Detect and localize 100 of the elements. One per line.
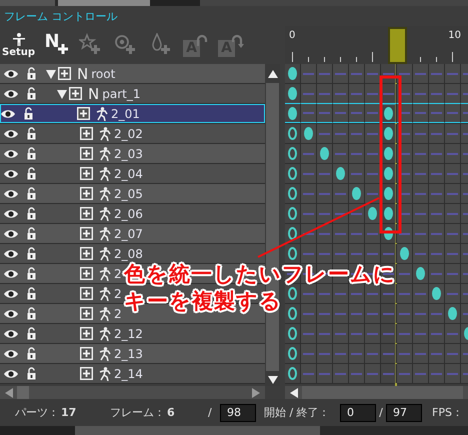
start-frame-field[interactable]: 0 <box>340 404 376 422</box>
plus-box-icon[interactable] <box>80 367 93 380</box>
eye-icon[interactable] <box>3 88 19 98</box>
plus-box-icon[interactable] <box>80 307 93 320</box>
keyframe-dot[interactable] <box>384 147 393 160</box>
keyframe-dot[interactable] <box>304 127 313 140</box>
lock-icon[interactable] <box>27 167 36 180</box>
base-keyframe-ring[interactable] <box>288 127 297 140</box>
plus-box-icon[interactable] <box>80 167 93 180</box>
scroll-down-icon[interactable] <box>268 376 278 384</box>
eye-icon[interactable] <box>0 108 16 118</box>
base-keyframe-ring[interactable] <box>288 287 297 300</box>
lock-icon[interactable] <box>27 127 36 140</box>
keyframe-dot[interactable] <box>288 67 297 80</box>
eye-icon[interactable] <box>3 248 19 258</box>
keyframe-dot[interactable] <box>416 267 425 280</box>
lock-icon[interactable] <box>27 287 36 300</box>
end-frame-field[interactable]: 97 <box>386 404 422 422</box>
plus-box-icon[interactable] <box>77 107 90 120</box>
base-keyframe-ring[interactable] <box>288 187 297 200</box>
eye-icon[interactable] <box>3 348 19 358</box>
eye-icon[interactable] <box>3 328 19 338</box>
plus-icon <box>58 44 68 54</box>
running-figure-icon <box>96 106 108 120</box>
lock-icon[interactable] <box>27 307 36 320</box>
scroll-thumb[interactable] <box>17 386 29 399</box>
eye-icon[interactable] <box>3 148 19 158</box>
expanded-triangle-icon[interactable] <box>46 68 56 78</box>
plus-box-icon[interactable] <box>80 287 93 300</box>
setup-button[interactable]: Setup <box>2 30 36 60</box>
keyframe-dot[interactable] <box>336 167 345 180</box>
keyframe-dot[interactable] <box>352 187 361 200</box>
eye-icon[interactable] <box>3 308 19 318</box>
plus-box-icon[interactable] <box>80 187 93 200</box>
lock-icon[interactable] <box>27 367 36 380</box>
base-keyframe-ring[interactable] <box>288 227 297 240</box>
scroll-up-icon[interactable] <box>268 70 278 78</box>
lock-icon[interactable] <box>27 247 36 260</box>
eye-icon[interactable] <box>3 168 19 178</box>
scroll-left-icon[interactable] <box>5 388 13 398</box>
lock-icon[interactable] <box>27 147 36 160</box>
keyframe-dot[interactable] <box>384 207 393 220</box>
keyframe-dot[interactable] <box>384 167 393 180</box>
keyframe-dot[interactable] <box>384 187 393 200</box>
keyframe-dot[interactable] <box>432 287 441 300</box>
plus-box-icon[interactable] <box>80 267 93 280</box>
keyframe-dot[interactable] <box>368 207 377 220</box>
plus-box-icon[interactable] <box>80 227 93 240</box>
keyframe-dot[interactable] <box>448 307 457 320</box>
running-figure-icon <box>99 186 111 200</box>
total-frames-field[interactable]: 98 <box>220 404 256 422</box>
lock-icon[interactable] <box>27 87 36 100</box>
lock-icon[interactable] <box>24 107 33 120</box>
timeline-horizontal-scrollbar[interactable] <box>285 386 468 399</box>
plus-box-icon[interactable] <box>80 247 93 260</box>
lock-icon[interactable] <box>27 347 36 360</box>
scroll-left-icon[interactable] <box>290 388 298 398</box>
layer-name: 2_06 <box>114 206 143 220</box>
layer-name: 2_13 <box>114 346 143 360</box>
eye-icon[interactable] <box>3 228 19 238</box>
keyframe-dot[interactable] <box>288 87 297 100</box>
expanded-triangle-icon[interactable] <box>57 88 67 98</box>
base-keyframe-ring[interactable] <box>288 347 297 360</box>
base-keyframe-ring[interactable] <box>288 247 297 260</box>
eye-icon[interactable] <box>3 268 19 278</box>
plus-box-icon[interactable] <box>80 327 93 340</box>
eye-icon[interactable] <box>3 188 19 198</box>
base-keyframe-ring[interactable] <box>288 327 297 340</box>
lock-icon[interactable] <box>27 187 36 200</box>
eye-icon[interactable] <box>3 68 19 78</box>
new-node-button[interactable]: N <box>42 30 70 60</box>
lock-icon[interactable] <box>27 227 36 240</box>
keyframe-dot[interactable] <box>320 147 329 160</box>
base-keyframe-ring[interactable] <box>288 367 297 380</box>
keyframe-dot[interactable] <box>288 106 297 120</box>
keyframe-dot[interactable] <box>384 106 393 120</box>
selection-highlight[interactable] <box>0 104 265 123</box>
plus-box-icon[interactable] <box>80 147 93 160</box>
plus-box-icon[interactable] <box>58 67 71 80</box>
eye-icon[interactable] <box>3 208 19 218</box>
base-keyframe-ring[interactable] <box>288 207 297 220</box>
eye-icon[interactable] <box>3 368 19 378</box>
lock-icon[interactable] <box>27 207 36 220</box>
plus-box-icon[interactable] <box>80 347 93 360</box>
playhead-handle[interactable] <box>388 27 407 64</box>
eye-icon[interactable] <box>3 128 19 138</box>
plus-box-icon[interactable] <box>80 127 93 140</box>
base-keyframe-ring[interactable] <box>288 167 297 180</box>
base-keyframe-ring[interactable] <box>288 147 297 160</box>
lock-icon[interactable] <box>27 327 36 340</box>
plus-box-icon[interactable] <box>69 87 82 100</box>
keyframe-dot[interactable] <box>400 247 409 260</box>
base-keyframe-ring[interactable] <box>288 307 297 320</box>
keyframe-dot[interactable] <box>384 127 393 140</box>
horizontal-scrollbar[interactable] <box>0 386 265 399</box>
plus-box-icon[interactable] <box>80 207 93 220</box>
scroll-right-icon[interactable] <box>252 388 260 398</box>
eye-icon[interactable] <box>3 288 19 298</box>
lock-icon[interactable] <box>27 267 36 280</box>
lock-icon[interactable] <box>27 67 36 80</box>
